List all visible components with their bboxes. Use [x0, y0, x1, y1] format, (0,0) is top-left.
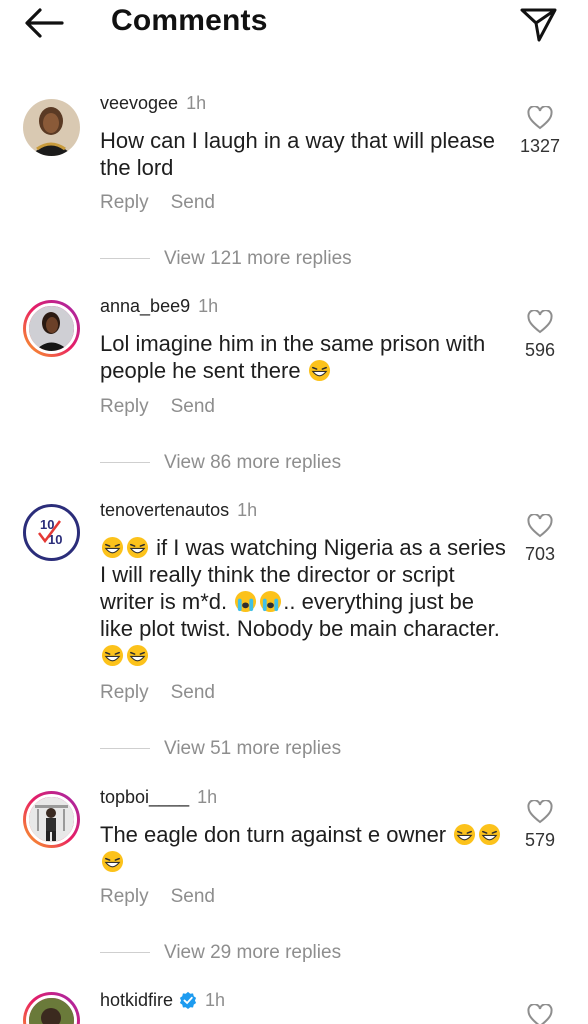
- like-count: 579: [524, 830, 556, 850]
- comment-meta: topboi____ 1h: [100, 787, 217, 808]
- username[interactable]: topboi____: [100, 787, 189, 807]
- view-replies-label: View 51 more replies: [164, 738, 342, 759]
- avatar[interactable]: [23, 99, 80, 156]
- comment-meta: hotkidfire 1h: [100, 990, 225, 1011]
- user-photo-icon: [29, 306, 74, 351]
- heart-icon[interactable]: [527, 800, 553, 824]
- view-replies-button[interactable]: View 51 more replies: [100, 738, 341, 760]
- like-area: 703: [510, 514, 570, 565]
- avatar[interactable]: [23, 992, 80, 1024]
- verified-badge-icon: [179, 991, 197, 1009]
- grinning-sweat-emoji-icon: [126, 536, 149, 559]
- like-count: 1327: [519, 136, 561, 156]
- comment-meta: anna_bee9 1h: [100, 296, 218, 317]
- view-replies-button[interactable]: View 29 more replies: [100, 942, 341, 964]
- comment-actions: Reply Send: [100, 886, 237, 908]
- replies-divider: [100, 952, 150, 954]
- heart-icon[interactable]: [527, 106, 553, 130]
- timestamp: 1h: [237, 500, 258, 520]
- brand-logo-icon: 10 10: [27, 508, 76, 557]
- replies-divider: [100, 258, 150, 260]
- send-button[interactable]: Send: [171, 396, 215, 417]
- view-replies-button[interactable]: View 86 more replies: [100, 452, 341, 474]
- username[interactable]: veevogee: [100, 93, 178, 113]
- timestamp: 1h: [197, 787, 218, 807]
- user-photo-icon: [29, 998, 74, 1024]
- crying-emoji-icon: [260, 590, 282, 613]
- view-replies-button[interactable]: View 121 more replies: [100, 248, 352, 270]
- user-photo-icon: [23, 99, 80, 156]
- comment-text: Lol imagine him in the same prison with …: [100, 330, 510, 384]
- grinning-sweat-emoji-icon: [101, 536, 124, 559]
- comment-actions: Reply Send: [100, 682, 237, 704]
- avatar[interactable]: [23, 791, 80, 848]
- grinning-sweat-emoji-icon: [308, 359, 330, 382]
- timestamp: 1h: [186, 93, 207, 113]
- like-count: 703: [524, 544, 556, 564]
- user-photo-icon: [29, 797, 74, 842]
- comment-actions: Reply Send: [100, 396, 237, 418]
- grinning-sweat-emoji-icon: [479, 823, 501, 846]
- comment-text: if I was watching Nigeria as a series I …: [100, 534, 510, 669]
- comment-meta: veevogee 1h: [100, 93, 206, 114]
- view-replies-label: View 121 more replies: [164, 248, 352, 269]
- crying-emoji-icon: [235, 590, 257, 613]
- comment-meta: tenovertenautos 1h: [100, 500, 257, 521]
- avatar[interactable]: 10 10: [23, 504, 80, 561]
- timestamp: 1h: [198, 296, 219, 316]
- send-button[interactable]: Send: [171, 682, 215, 703]
- avatar[interactable]: [23, 300, 80, 357]
- page-title: Comments: [111, 4, 268, 37]
- top-bar: Comments: [0, 0, 588, 50]
- comment-text-part: Lol imagine him in the same prison with …: [100, 331, 486, 383]
- grinning-sweat-emoji-icon: [454, 823, 476, 846]
- grinning-sweat-emoji-icon: [126, 644, 149, 667]
- comment-text-part: The eagle don turn against e owner: [100, 822, 453, 847]
- username[interactable]: anna_bee9: [100, 296, 190, 316]
- send-button[interactable]: Send: [171, 192, 215, 213]
- reply-button[interactable]: Reply: [100, 886, 149, 907]
- grinning-sweat-emoji-icon: [101, 644, 124, 667]
- comment-actions: Reply Send: [100, 192, 237, 214]
- heart-icon[interactable]: [527, 310, 553, 334]
- arrow-left-icon[interactable]: [22, 6, 66, 40]
- like-area: 579: [510, 800, 570, 851]
- paper-plane-icon[interactable]: [518, 4, 558, 44]
- send-button[interactable]: Send: [171, 886, 215, 907]
- reply-button[interactable]: Reply: [100, 682, 149, 703]
- username[interactable]: hotkidfire: [100, 990, 173, 1010]
- username[interactable]: tenovertenautos: [100, 500, 229, 520]
- reply-button[interactable]: Reply: [100, 192, 149, 213]
- replies-divider: [100, 748, 150, 750]
- grinning-sweat-emoji-icon: [101, 850, 124, 873]
- timestamp: 1h: [205, 990, 226, 1010]
- comment-text: The eagle don turn against e owner: [100, 821, 510, 875]
- like-area: 596: [510, 310, 570, 361]
- comment-text-part: How can I laugh in a way that will pleas…: [100, 128, 495, 180]
- replies-divider: [100, 462, 150, 464]
- like-area: 1327: [510, 106, 570, 157]
- like-area: [510, 1004, 570, 1024]
- view-replies-label: View 29 more replies: [164, 942, 342, 963]
- reply-button[interactable]: Reply: [100, 396, 149, 417]
- heart-icon[interactable]: [527, 1004, 553, 1024]
- heart-icon[interactable]: [527, 514, 553, 538]
- view-replies-label: View 86 more replies: [164, 452, 342, 473]
- comment-text: How can I laugh in a way that will pleas…: [100, 127, 510, 181]
- like-count: 596: [524, 340, 556, 360]
